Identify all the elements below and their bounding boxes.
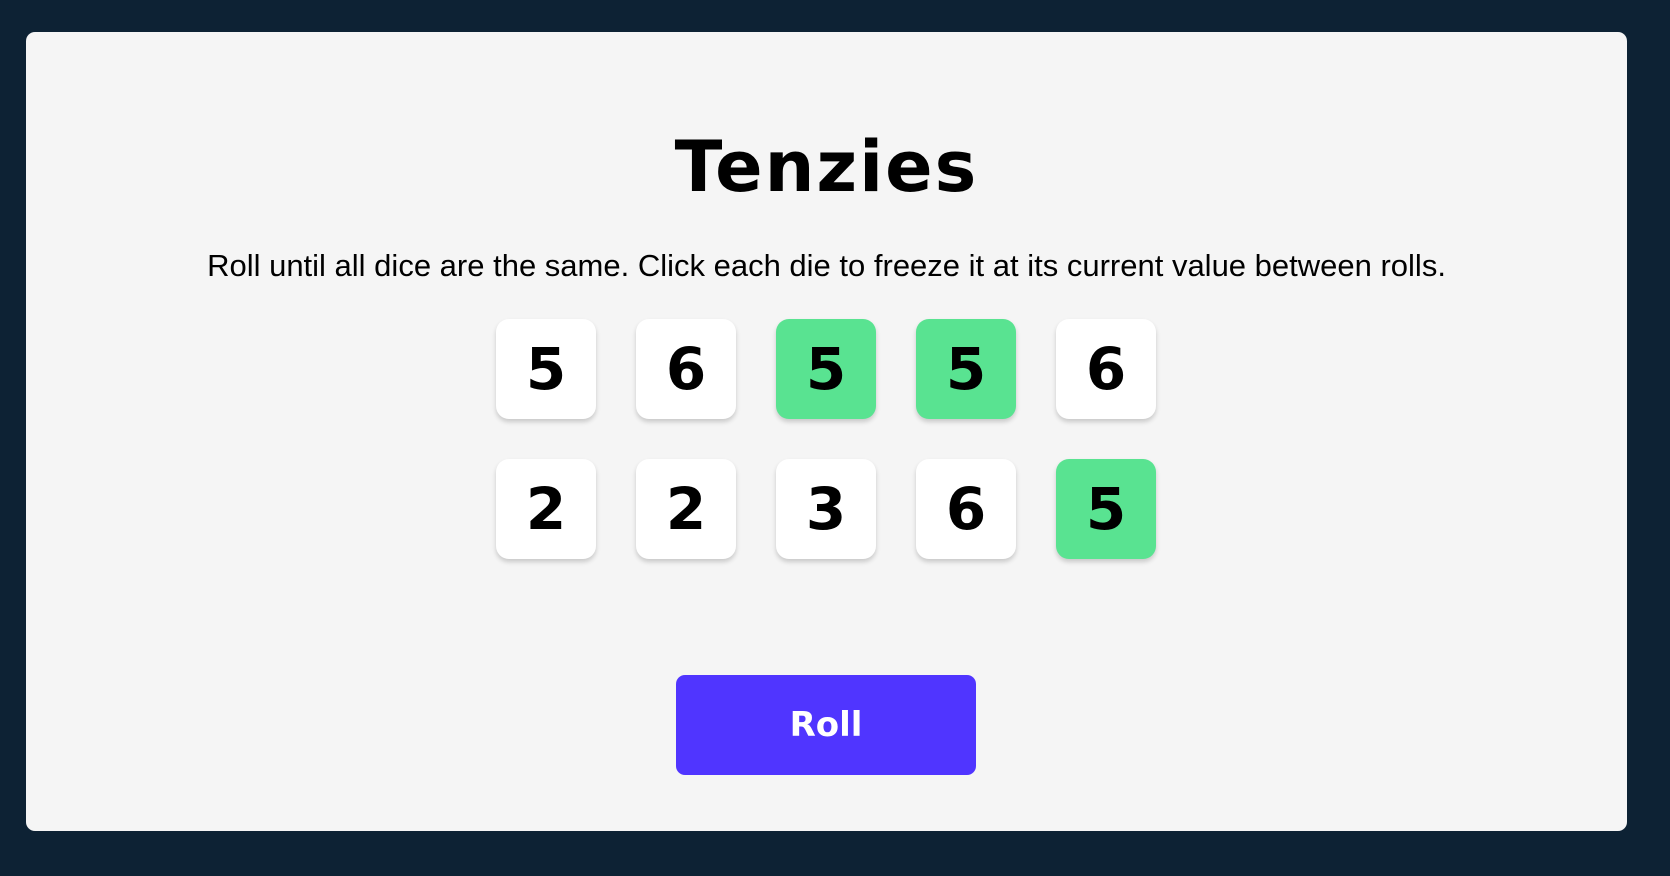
die[interactable]: 6	[1056, 319, 1156, 419]
game-board: Tenzies Roll until all dice are the same…	[26, 32, 1627, 831]
game-title: Tenzies	[674, 126, 979, 208]
die[interactable]: 5	[496, 319, 596, 419]
game-instructions: Roll until all dice are the same. Click …	[207, 248, 1446, 283]
die[interactable]: 6	[916, 459, 1016, 559]
die[interactable]: 5	[1056, 459, 1156, 559]
dice-grid: 5 6 5 5 6 2 2 3 6 5	[496, 319, 1156, 559]
die[interactable]: 3	[776, 459, 876, 559]
die[interactable]: 6	[636, 319, 736, 419]
die[interactable]: 5	[916, 319, 1016, 419]
die[interactable]: 5	[776, 319, 876, 419]
die[interactable]: 2	[496, 459, 596, 559]
roll-button[interactable]: Roll	[676, 675, 976, 775]
die[interactable]: 2	[636, 459, 736, 559]
